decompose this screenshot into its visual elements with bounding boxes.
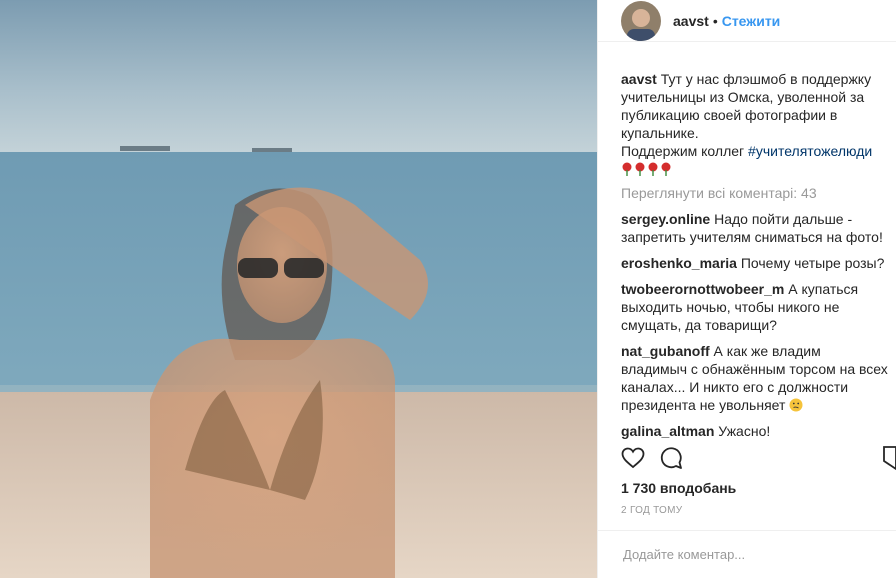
caption-username[interactable]: aavst [621,71,657,87]
post-header: aavst • Стежити [598,0,896,42]
post-caption: aavst Тут у нас флэшмоб в поддержку учит… [621,70,890,176]
comment-text: Почему четыре розы? [740,255,885,271]
rose-emoji-icon [635,162,645,176]
comment-text: Ужасно! [718,423,771,439]
post-actions [621,446,896,472]
caption-text: Тут у нас флэшмоб в поддержку учительниц… [621,71,872,141]
view-all-comments-link[interactable]: Переглянути всі коментарі: 43 [621,184,890,202]
thinking-emoji-icon [789,398,803,412]
likes-count[interactable]: 1 730 вподобань [621,480,736,496]
rose-emoji-icon [622,162,632,176]
comment-username[interactable]: galina_altman [621,423,714,439]
comment-button[interactable] [659,446,683,475]
hashtag-link[interactable]: #учителятожелюди [748,143,872,159]
add-comment-input[interactable] [621,546,875,563]
bookmark-icon [883,446,896,471]
comment-item: sergey.online Надо пойти дальше - запрет… [621,210,890,246]
add-comment-bar [598,530,896,579]
post-sidebar: aavst • Стежити aavst Тут у нас флэшмоб … [597,0,896,578]
post-username[interactable]: aavst [673,13,709,29]
separator-dot: • [712,12,718,29]
heart-icon [621,447,645,469]
bookmark-button[interactable] [883,446,896,475]
comment-username[interactable]: sergey.online [621,211,710,227]
comment-icon [660,447,682,469]
comment-username[interactable]: twobeerornottwobeer_m [621,281,784,297]
comments-section: aavst Тут у нас флэшмоб в поддержку учит… [621,70,890,448]
comment-item: twobeerornottwobeer_m А купаться выходит… [621,280,890,334]
comment-item: nat_gubanoff А как же владим владимыч с … [621,342,890,414]
caption-line2: Поддержим коллег [621,143,745,159]
comment-username[interactable]: eroshenko_maria [621,255,737,271]
rose-emoji-icon [661,162,671,176]
rose-emoji-icon [648,162,658,176]
rose-emojis [621,162,890,176]
follow-button[interactable]: Стежити [722,13,781,29]
comment-item: eroshenko_maria Почему четыре розы? [621,254,890,272]
post-photo[interactable] [0,0,597,578]
comment-username[interactable]: nat_gubanoff [621,343,710,359]
beach-photo-image [0,0,597,578]
like-button[interactable] [621,446,645,475]
post-age[interactable]: 2 ГОД ТОМУ [621,505,682,516]
avatar[interactable] [621,0,661,41]
comment-item: galina_altman Ужасно! [621,422,890,440]
